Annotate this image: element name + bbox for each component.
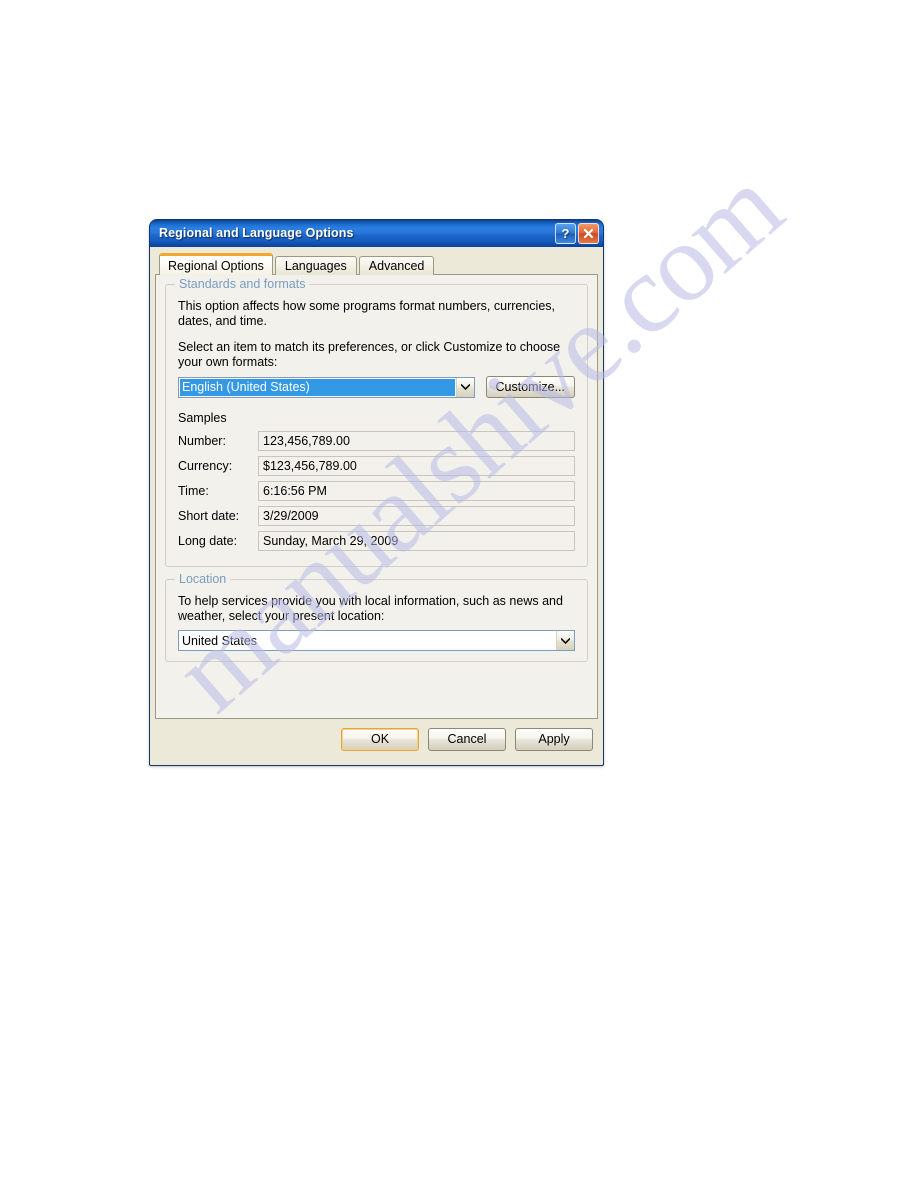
group-legend-location: Location xyxy=(175,572,231,586)
tab-label: Regional Options xyxy=(168,258,264,273)
ok-button[interactable]: OK xyxy=(341,727,419,751)
apply-button[interactable]: Apply xyxy=(515,727,593,751)
customize-button-label: Customize... xyxy=(495,380,565,394)
dialog-titlebar: Regional and Language Options ? xyxy=(149,219,604,247)
sample-row-short-date: Short date: 3/29/2009 xyxy=(178,506,575,526)
sample-value-short-date: 3/29/2009 xyxy=(258,506,575,526)
sample-label-currency: Currency: xyxy=(178,459,233,473)
cancel-button-label: Cancel xyxy=(447,732,487,746)
location-combobox-value: United States xyxy=(182,633,258,648)
tab-languages[interactable]: Languages xyxy=(274,256,357,275)
locale-combobox-value: English (United States) xyxy=(180,378,455,396)
chevron-down-icon xyxy=(460,384,470,390)
sample-value-currency: $123,456,789.00 xyxy=(258,456,575,476)
standards-description: This option affects how some programs fo… xyxy=(178,299,556,328)
ok-button-label: OK xyxy=(370,732,390,746)
cancel-button[interactable]: Cancel xyxy=(428,727,506,751)
sample-label-number: Number: xyxy=(178,434,226,448)
sample-label-long-date: Long date: xyxy=(178,534,238,548)
location-group: Location To help services provide you wi… xyxy=(165,572,588,662)
sample-row-number: Number: 123,456,789.00 xyxy=(178,431,575,451)
tab-strip: Regional Options Languages Advanced xyxy=(155,253,598,275)
help-button[interactable]: ? xyxy=(555,223,576,244)
locale-combobox-arrow[interactable] xyxy=(455,377,474,397)
tab-regional-options[interactable]: Regional Options xyxy=(159,253,273,275)
dialog-title: Regional and Language Options xyxy=(159,226,354,241)
apply-button-label: Apply xyxy=(538,732,570,746)
titlebar-buttons: ? xyxy=(555,223,599,244)
dialog-footer: OK Cancel Apply xyxy=(155,719,598,759)
samples-heading: Samples xyxy=(178,411,227,425)
location-combobox-arrow[interactable] xyxy=(556,631,574,650)
close-x-icon xyxy=(583,228,594,239)
sample-row-currency: Currency: $123,456,789.00 xyxy=(178,456,575,476)
sample-value-time: 6:16:56 PM xyxy=(258,481,575,501)
sample-label-time: Time: xyxy=(178,484,209,498)
sample-value-long-date: Sunday, March 29, 2009 xyxy=(258,531,575,551)
locale-selector-row: English (United States) Customize... xyxy=(178,376,575,398)
tab-label: Languages xyxy=(284,259,347,273)
location-combobox[interactable]: United States xyxy=(178,630,575,651)
chevron-down-icon xyxy=(561,637,570,644)
sample-value-number: 123,456,789.00 xyxy=(258,431,575,451)
tab-advanced[interactable]: Advanced xyxy=(358,256,435,275)
locale-combobox[interactable]: English (United States) xyxy=(178,376,475,398)
group-legend-standards: Standards and formats xyxy=(175,277,310,291)
dialog-client-area: Regional Options Languages Advanced Stan… xyxy=(150,247,603,764)
sample-row-long-date: Long date: Sunday, March 29, 2009 xyxy=(178,531,575,551)
sample-label-short-date: Short date: xyxy=(178,509,240,523)
tab-panel-regional-options: Standards and formats This option affect… xyxy=(155,274,598,719)
location-description: To help services provide you with local … xyxy=(178,594,563,623)
question-mark-icon: ? xyxy=(561,226,570,241)
close-button[interactable] xyxy=(578,223,599,244)
sample-row-time: Time: 6:16:56 PM xyxy=(178,481,575,501)
standards-and-formats-group: Standards and formats This option affect… xyxy=(165,277,588,567)
customize-button[interactable]: Customize... xyxy=(485,376,575,398)
standards-instruction: Select an item to match its preferences,… xyxy=(178,340,561,369)
tab-label: Advanced xyxy=(368,259,425,273)
regional-and-language-options-dialog: Regional and Language Options ? Regional… xyxy=(149,219,604,766)
